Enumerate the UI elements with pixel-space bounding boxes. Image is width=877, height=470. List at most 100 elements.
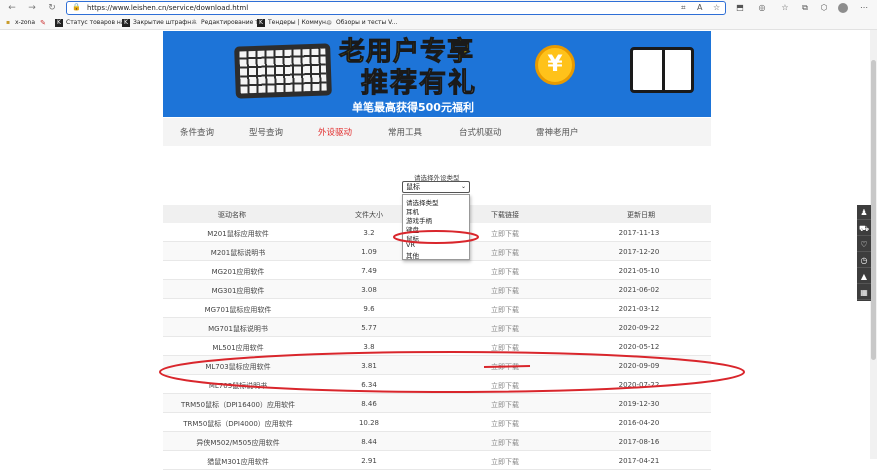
download-link[interactable]: 立即下载: [453, 419, 557, 429]
update-date: 2020-05-12: [618, 343, 660, 351]
dropdown-option[interactable]: 其他: [406, 250, 419, 260]
file-size: 6.34: [361, 381, 377, 389]
table-row: MG301应用软件 3.08 立即下载 2021-06-02: [163, 280, 711, 299]
gear-icon: ✲: [191, 18, 197, 26]
coin-icon: ¥: [535, 45, 575, 85]
download-link[interactable]: 立即下载: [453, 286, 557, 296]
download-link[interactable]: 立即下载: [453, 381, 557, 391]
peripheral-type-select[interactable]: 鼠标 ⌄: [402, 181, 470, 193]
bookmark-item[interactable]: K Тендеры | Коммун...: [257, 18, 332, 28]
tab-desktop-drivers[interactable]: 台式机驱动: [459, 126, 502, 138]
more-menu-icon[interactable]: ⋯: [858, 2, 870, 14]
update-date: 2020-09-22: [618, 324, 660, 332]
keyboard-illustration: [234, 43, 332, 99]
driver-name: ML703鼠标应用软件: [205, 363, 271, 371]
file-size: 8.44: [361, 438, 377, 446]
table-row: MG701鼠标应用软件 9.6 立即下载 2021-03-12: [163, 299, 711, 318]
table-row: MG701鼠标说明书 5.77 立即下载 2020-09-22: [163, 318, 711, 337]
driver-name: TRM50鼠标（DPI4000）应用软件: [183, 420, 293, 428]
floating-service-bar: ♟ ⛟ ♡ ◷ ▲ ▦: [857, 205, 871, 301]
k-icon: K: [122, 18, 130, 27]
file-size: 3.8: [363, 343, 375, 351]
table-row: TRM50鼠标（DPI4000）应用软件 10.28 立即下载 2016-04-20: [163, 413, 711, 432]
k-icon: K: [55, 18, 63, 27]
driver-name: MG201应用软件: [211, 268, 265, 276]
download-link[interactable]: 立即下载: [453, 267, 557, 277]
file-size: 3.81: [361, 362, 377, 370]
shield-icon[interactable]: ⬡: [818, 2, 830, 14]
dropdown-option[interactable]: VR: [406, 241, 415, 249]
cart-icon[interactable]: ⛟: [857, 221, 871, 236]
back-icon[interactable]: ←: [6, 2, 18, 14]
bookmark-item[interactable]: ✎: [39, 18, 50, 28]
file-size: 7.49: [361, 267, 377, 275]
forward-icon[interactable]: →: [26, 2, 38, 14]
update-date: 2017-11-13: [618, 229, 660, 237]
user-icon[interactable]: ♟: [857, 205, 871, 220]
column-header: 文件大小: [355, 211, 383, 219]
tab-peripheral-drivers[interactable]: 外设驱动: [318, 126, 352, 138]
k-icon: K: [257, 18, 265, 27]
refresh-icon[interactable]: ↻: [46, 2, 58, 14]
update-date: 2019-12-30: [618, 400, 660, 408]
table-row: ML703鼠标应用软件 3.81 立即下载 2020-09-09: [163, 356, 711, 375]
top-icon[interactable]: ▲: [857, 269, 871, 284]
update-date: 2020-07-22: [618, 381, 660, 389]
table-row: 猎鼠M301应用软件 2.91 立即下载 2017-04-21: [163, 451, 711, 470]
qr-share-icon[interactable]: ⌗: [681, 3, 686, 13]
banner-subtitle: 单笔最高获得500元福利: [352, 101, 474, 114]
favorites-icon[interactable]: ☆: [779, 2, 791, 14]
driver-name: ML703鼠标说明书: [208, 382, 268, 390]
download-link[interactable]: 立即下载: [453, 305, 557, 315]
lock-icon: 🔒: [72, 3, 81, 11]
tab-condition-search[interactable]: 条件查询: [180, 126, 214, 138]
peripheral-type-dropdown: 请选择类型 耳机 游戏手柄 键盘 鼠标 VR 其他: [402, 194, 470, 260]
download-link[interactable]: 立即下载: [453, 438, 557, 448]
extension-icon[interactable]: ⬒: [734, 2, 746, 14]
globe-icon: ◍: [326, 18, 332, 26]
update-date: 2021-06-02: [618, 286, 660, 294]
update-date: 2020-09-09: [618, 362, 660, 370]
table-row: TRM50鼠标（DPI16400）应用软件 8.46 立即下载 2019-12-30: [163, 394, 711, 413]
bookmark-item[interactable]: K Статус товаров на...: [55, 18, 130, 28]
column-header: 更新日期: [627, 211, 655, 219]
screenshot-icon[interactable]: ◎: [756, 2, 768, 14]
selected-value: 鼠标: [406, 183, 420, 191]
update-date: 2021-03-12: [618, 305, 660, 313]
collections-icon[interactable]: ⧉: [799, 2, 811, 14]
table-row: 异侠M502/M505应用软件 8.44 立即下载 2017-08-16: [163, 432, 711, 451]
pen-icon: ✎: [40, 18, 46, 27]
folder-icon: ▪: [5, 18, 11, 26]
bookmark-item[interactable]: ✲ Редактирование т...: [190, 18, 264, 28]
download-link[interactable]: 立即下载: [453, 400, 557, 410]
address-bar[interactable]: 🔒 https://www.leishen.cn/service/downloa…: [66, 1, 726, 15]
tab-common-tools[interactable]: 常用工具: [388, 126, 422, 138]
download-link[interactable]: 立即下载: [453, 343, 557, 353]
bookmark-item[interactable]: ◍ Обзоры и тесты V...: [325, 18, 397, 28]
banner-title-line2: 推荐有礼: [361, 68, 477, 100]
scrollbar-thumb[interactable]: [871, 60, 876, 360]
heart-icon[interactable]: ♡: [857, 237, 871, 252]
promo-banner[interactable]: 老用户专享 推荐有礼 ¥ 单笔最高获得500元福利: [163, 31, 711, 117]
tab-model-search[interactable]: 型号查询: [249, 126, 283, 138]
history-icon[interactable]: ◷: [857, 253, 871, 268]
profile-avatar[interactable]: [838, 3, 848, 13]
bookmark-item[interactable]: ▪ x-zona: [4, 18, 35, 28]
qrcode-icon[interactable]: ▦: [857, 285, 871, 300]
read-aloud-icon[interactable]: A: [697, 3, 702, 12]
column-header: 驱动名称: [218, 211, 246, 219]
download-link[interactable]: 立即下载: [453, 324, 557, 334]
file-size: 5.77: [361, 324, 377, 332]
chevron-down-icon: ⌄: [460, 183, 466, 190]
file-size: 2.91: [361, 457, 377, 465]
table-row: ML703鼠标说明书 6.34 立即下载 2020-07-22: [163, 375, 711, 394]
favorite-star-icon[interactable]: ☆: [713, 3, 720, 12]
download-link[interactable]: 立即下载: [453, 362, 557, 372]
file-size: 10.28: [358, 419, 380, 427]
file-size: 9.6: [363, 305, 375, 313]
update-date: 2016-04-20: [618, 419, 660, 427]
tab-old-users[interactable]: 雷神老用户: [536, 126, 579, 138]
bookmark-item[interactable]: K Закрытие штрафн...: [122, 18, 197, 28]
service-tabs: 条件查询 型号查询 外设驱动 常用工具 台式机驱动 雷神老用户: [163, 118, 711, 146]
driver-name: MG701鼠标应用软件: [204, 306, 272, 314]
